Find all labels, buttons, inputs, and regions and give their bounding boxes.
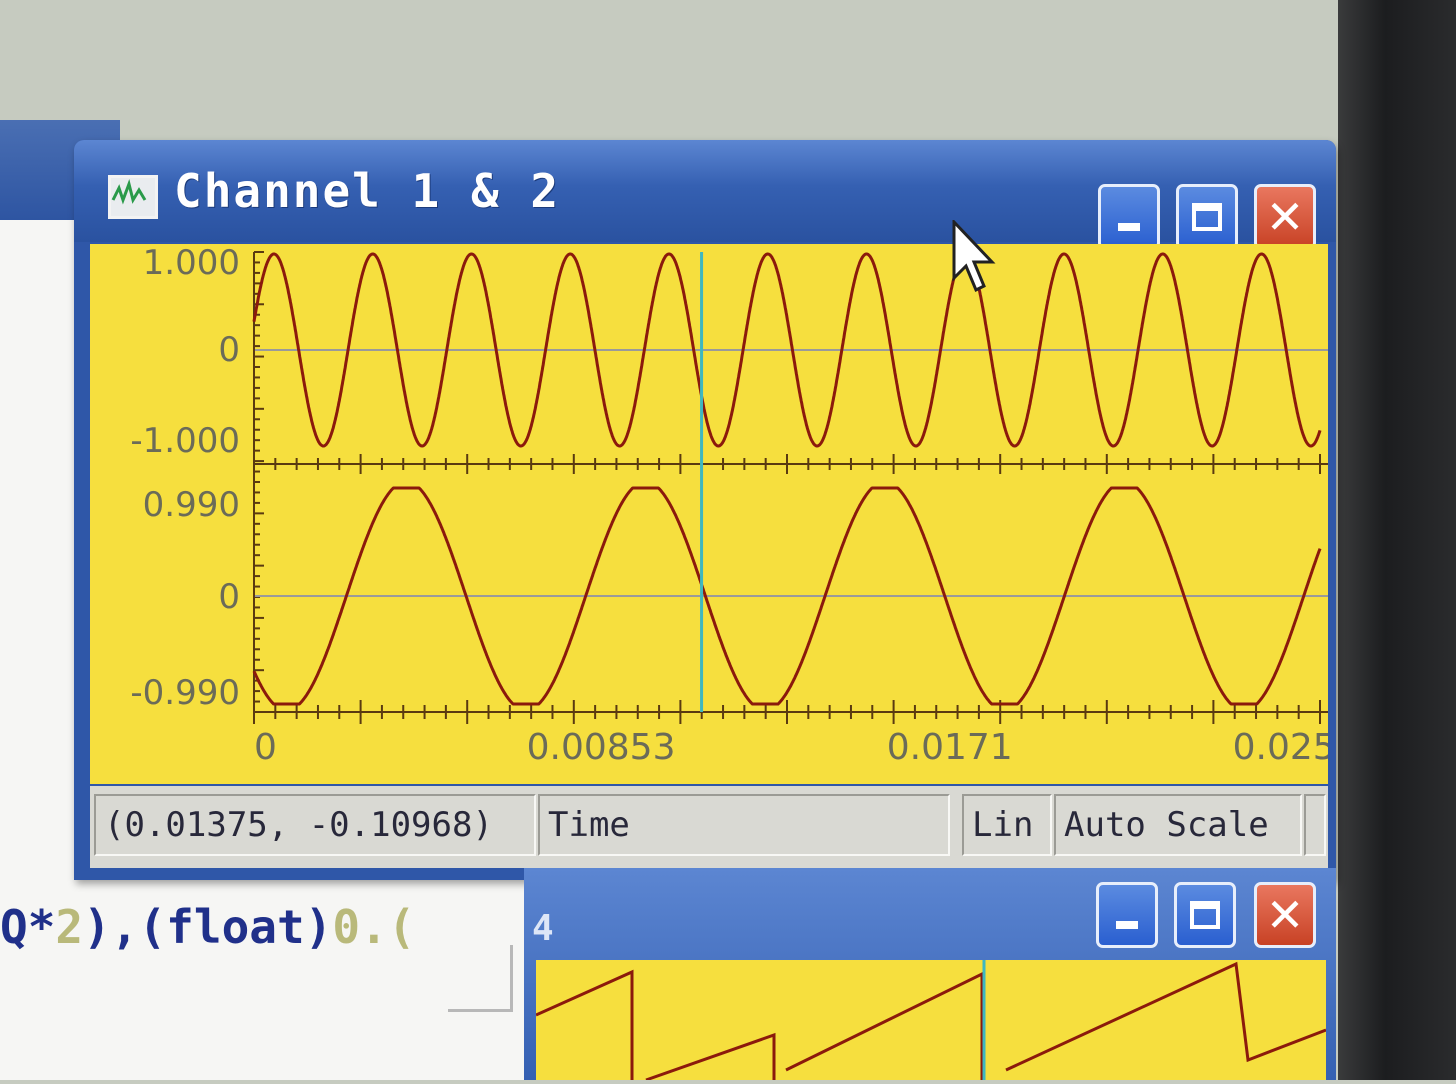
ch2-ytick-bottom: -0.990 (130, 673, 240, 713)
code-number: 2 (55, 900, 84, 954)
second-window-title: 4 (532, 908, 554, 949)
second-minimize-button[interactable] (1096, 882, 1158, 948)
x-tick-label: 0.00853 (527, 727, 676, 768)
minimize-icon (1116, 921, 1138, 929)
second-scope-plot[interactable] (535, 960, 1327, 1082)
second-close-button[interactable]: ✕ (1254, 882, 1316, 948)
x-tick-label: 0.0171 (887, 727, 1013, 768)
second-maximize-button[interactable] (1174, 882, 1236, 948)
second-scope-window: 4 ✕ (524, 868, 1336, 1082)
maximize-button[interactable] (1176, 184, 1238, 250)
auto-scale-button[interactable]: Auto Scale (1054, 794, 1302, 856)
window-titlebar[interactable]: Channel 1 & 2 ✕ (74, 140, 1336, 250)
status-grip (1304, 794, 1326, 856)
x-tick-label: 0 (254, 727, 277, 768)
scale-mode-toggle[interactable]: Lin (962, 794, 1052, 856)
maximize-icon (1192, 203, 1222, 231)
close-button[interactable]: ✕ (1254, 184, 1316, 250)
code-number-2: 0.( (332, 900, 416, 954)
ch1-ytick-top: 1.000 (143, 244, 240, 283)
maximize-icon (1190, 901, 1220, 929)
code-text-1: Q* (0, 900, 56, 954)
editor-resize-grip[interactable] (448, 945, 513, 1012)
status-bar: (0.01375, -0.10968) Time Lin Auto Scale (90, 786, 1328, 868)
cursor-coordinates: (0.01375, -0.10968) (94, 794, 536, 856)
scope-svg: 1.000 0 -1.000 0.990 0 -0.990 0 0.00853 0.… (130, 244, 1328, 768)
sawtooth-svg (535, 960, 1327, 1082)
scope-window: Channel 1 & 2 ✕ 1.000 0 -1.000 0.990 0 -… (74, 140, 1336, 880)
ch2-ytick-top: 0.990 (143, 485, 240, 525)
close-icon: ✕ (1265, 190, 1305, 244)
mouse-pointer-icon (950, 218, 1000, 300)
minimize-icon (1118, 223, 1140, 231)
code-text-2: ),(float) (83, 900, 333, 954)
ch2-ytick-zero: 0 (218, 577, 240, 617)
sawtooth-trace (535, 961, 1327, 1082)
ch1-ytick-zero: 0 (218, 330, 240, 370)
code-line: Q*2),(float)0.( (0, 900, 415, 954)
scope-app-icon (108, 175, 158, 219)
x-axis-label: Time (538, 794, 950, 856)
oscilloscope-plot[interactable]: 1.000 0 -1.000 0.990 0 -0.990 0 0.00853 0.… (90, 244, 1328, 784)
window-title: Channel 1 & 2 (174, 164, 561, 218)
minimize-button[interactable] (1098, 184, 1160, 250)
x-tick-label: 0.0256 (1233, 727, 1328, 768)
close-icon: ✕ (1265, 888, 1305, 942)
monitor-bezel (1338, 0, 1456, 1080)
ch1-ytick-bottom: -1.000 (130, 421, 240, 461)
